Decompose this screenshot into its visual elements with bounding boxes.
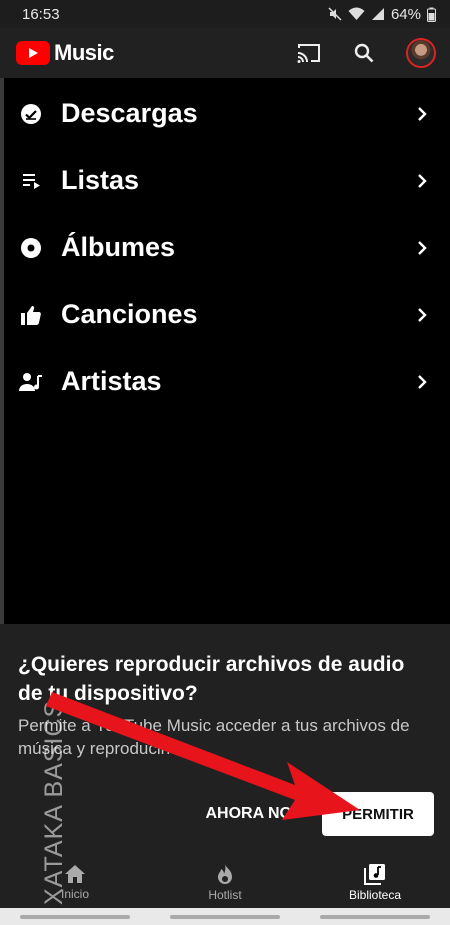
chevron-right-icon [418, 106, 427, 121]
menu-label: Listas [61, 165, 140, 195]
chevron-right-icon [418, 173, 427, 188]
menu-label: Artistas [61, 366, 162, 396]
menu-label: Canciones [61, 299, 198, 329]
battery-icon [427, 7, 436, 22]
flame-icon [218, 863, 232, 884]
system-nav-bar [0, 908, 450, 925]
status-bar: 16:53 64% [0, 0, 450, 28]
mute-icon [328, 7, 342, 21]
app-bar: Music [0, 28, 450, 78]
menu-label: Álbumes [61, 232, 176, 262]
status-icons: 64% [328, 6, 436, 23]
nav-label: Biblioteca [348, 887, 402, 902]
menu-item-descargas[interactable]: Descargas [0, 80, 450, 147]
menu-label: Descargas [61, 98, 198, 128]
menu-item-albumes[interactable]: Álbumes [0, 214, 450, 281]
chevron-right-icon [418, 307, 427, 322]
nav-item-biblioteca[interactable]: Biblioteca [300, 856, 450, 908]
menu-item-artistas[interactable]: Artistas [0, 348, 450, 415]
battery-percent: 64% [390, 5, 421, 23]
library-menu: Descargas Listas Álbumes Canciones Artis… [0, 80, 450, 415]
menu-item-canciones[interactable]: Canciones [0, 281, 450, 348]
signal-icon [371, 8, 384, 20]
search-icon[interactable] [354, 43, 374, 63]
not-now-button[interactable]: AHORA NO [201, 797, 296, 831]
thumbs-up-icon [18, 302, 44, 328]
cast-icon[interactable] [296, 42, 322, 64]
nav-item-hotlist[interactable]: Hotlist [150, 856, 300, 908]
nav-item-inicio[interactable]: Inicio [0, 856, 150, 908]
dialog-body: Permite a YouTube Music acceder a tus ar… [18, 716, 410, 758]
allow-button[interactable]: PERMITIR [322, 792, 434, 836]
nav-label: Hotlist [208, 887, 242, 902]
avatar[interactable] [406, 38, 436, 68]
chevron-right-icon [418, 240, 427, 255]
back-gesture[interactable] [320, 914, 430, 919]
artist-icon [18, 369, 44, 395]
status-time: 16:53 [22, 5, 60, 23]
wifi-icon [348, 7, 365, 20]
download-done-icon [18, 101, 44, 127]
menu-item-listas[interactable]: Listas [0, 147, 450, 214]
recents-gesture[interactable] [20, 914, 130, 919]
home-gesture[interactable] [170, 914, 280, 919]
dialog-title: ¿Quieres reproducir archivos de audio de… [18, 653, 405, 705]
chevron-right-icon [418, 374, 427, 389]
album-icon [18, 235, 44, 261]
watermark: XATAKA BASICS [40, 699, 68, 905]
playlist-icon [18, 168, 44, 194]
library-icon [364, 863, 385, 885]
logo-text: Music [54, 40, 114, 65]
play-logo-icon [16, 41, 50, 65]
youtube-music-logo[interactable]: Music [16, 40, 114, 66]
